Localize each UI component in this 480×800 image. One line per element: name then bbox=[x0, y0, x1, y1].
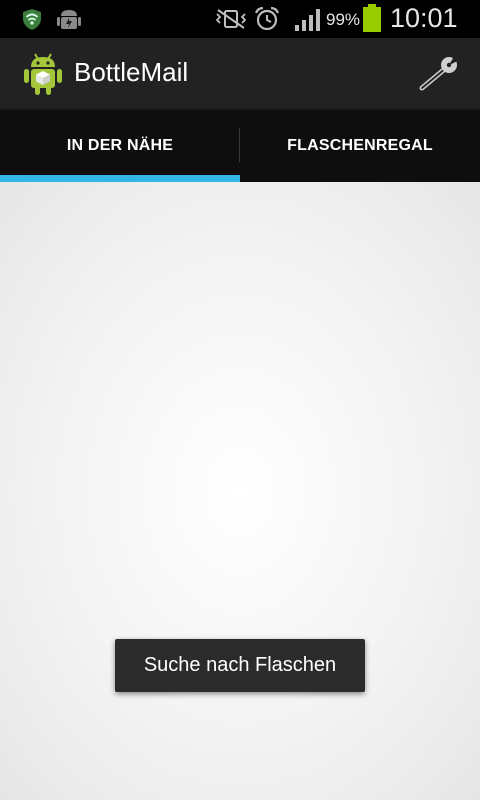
alarm-icon bbox=[253, 6, 281, 37]
mute-vibrate-icon bbox=[214, 8, 248, 35]
wrench-icon[interactable] bbox=[412, 53, 462, 96]
status-bar: 99% 10:01 bbox=[0, 0, 480, 38]
tab-in-der-naehe[interactable]: IN DER NÄHE bbox=[0, 110, 240, 182]
android-app-icon[interactable] bbox=[22, 52, 64, 101]
tab-bar: IN DER NÄHE FLASCHENREGAL bbox=[0, 110, 480, 182]
tab-label: FLASCHENREGAL bbox=[287, 137, 433, 154]
battery-percent: 99% bbox=[326, 10, 361, 29]
selected-tab-indicator bbox=[0, 175, 240, 182]
clock: 10:01 bbox=[390, 3, 458, 33]
battery-icon bbox=[363, 4, 381, 37]
tab-flaschenregal[interactable]: FLASCHENREGAL bbox=[240, 110, 480, 182]
action-bar: BottleMail bbox=[0, 38, 480, 110]
tab-label: IN DER NÄHE bbox=[66, 137, 174, 154]
app-title: BottleMail bbox=[74, 57, 189, 87]
signal-icon bbox=[294, 6, 324, 37]
toast-text: Suche nach Flaschen bbox=[143, 654, 337, 676]
toast-message: Suche nach Flaschen bbox=[115, 639, 365, 692]
android-debug-icon bbox=[56, 7, 82, 36]
shield-wifi-icon bbox=[20, 7, 44, 36]
content-area: Suche nach Flaschen bbox=[0, 182, 480, 800]
